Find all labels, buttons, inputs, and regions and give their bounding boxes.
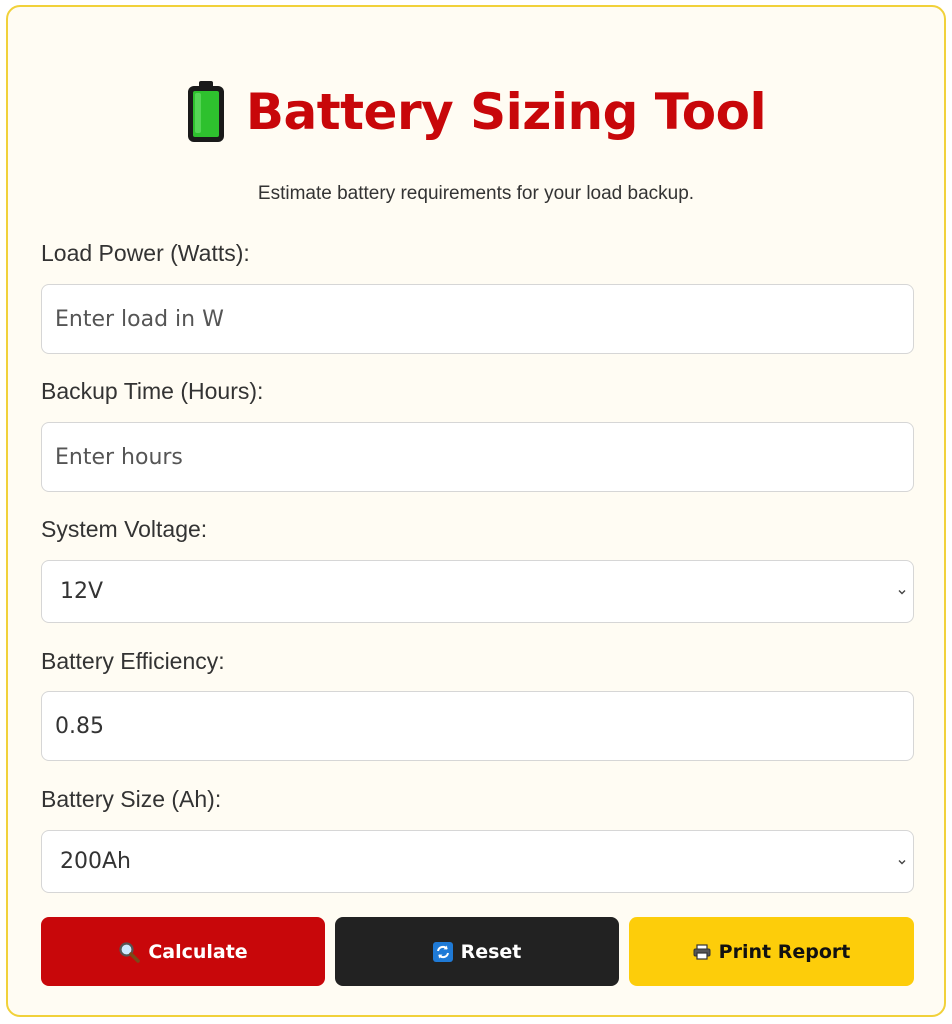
battery-icon bbox=[186, 80, 226, 144]
battery-size-value: 200Ah bbox=[60, 849, 131, 874]
print-report-button[interactable]: Print Report bbox=[629, 917, 914, 986]
page-title: Battery Sizing Tool bbox=[245, 83, 767, 141]
system-voltage-select[interactable]: 12V bbox=[41, 560, 914, 623]
print-report-label: Print Report bbox=[718, 940, 851, 963]
calculate-label: Calculate bbox=[148, 940, 248, 963]
efficiency-value: 0.85 bbox=[55, 713, 104, 739]
efficiency-label: Battery Efficiency: bbox=[41, 648, 225, 674]
calculate-button[interactable]: Calculate bbox=[41, 917, 325, 986]
battery-sizing-card: Battery Sizing Tool Estimate battery req… bbox=[6, 5, 946, 1017]
backup-time-input[interactable]: Enter hours bbox=[41, 422, 914, 492]
reset-button[interactable]: Reset bbox=[335, 917, 619, 986]
system-voltage-label: System Voltage: bbox=[41, 516, 208, 542]
efficiency-input[interactable]: 0.85 bbox=[41, 691, 914, 761]
battery-size-label: Battery Size (Ah): bbox=[41, 786, 222, 812]
magnifier-icon bbox=[118, 941, 141, 963]
header: Battery Sizing Tool bbox=[8, 75, 944, 149]
load-power-label: Load Power (Watts): bbox=[41, 240, 250, 266]
page-subtitle: Estimate battery requirements for your l… bbox=[257, 183, 695, 204]
load-power-placeholder: Enter load in W bbox=[55, 306, 224, 332]
backup-time-placeholder: Enter hours bbox=[55, 444, 183, 470]
load-power-input[interactable]: Enter load in W bbox=[41, 284, 914, 354]
chevron-down-icon bbox=[891, 858, 913, 866]
chevron-down-icon bbox=[891, 588, 913, 596]
reset-label: Reset bbox=[460, 940, 522, 963]
backup-time-label: Backup Time (Hours): bbox=[41, 378, 264, 404]
printer-icon bbox=[693, 943, 711, 960]
system-voltage-value: 12V bbox=[60, 579, 104, 604]
refresh-icon bbox=[432, 941, 453, 962]
battery-size-select[interactable]: 200Ah bbox=[41, 830, 914, 893]
